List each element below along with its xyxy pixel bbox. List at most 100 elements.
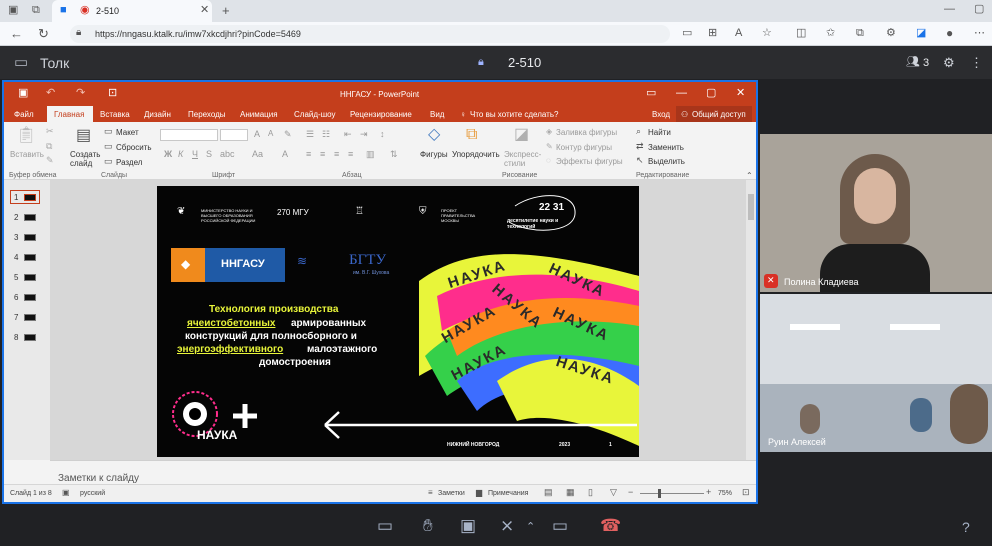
- canvas-scrollbar[interactable]: [746, 180, 756, 460]
- close-tab-icon[interactable]: ✕: [200, 5, 209, 16]
- tab-home[interactable]: Главная: [54, 110, 84, 119]
- underline-icon[interactable]: Ч: [192, 150, 198, 159]
- zoom-slider[interactable]: [640, 493, 704, 494]
- maximize-icon[interactable]: ▢: [974, 4, 984, 15]
- ppt-maximize-icon[interactable]: ▢: [706, 88, 716, 99]
- format-painter-icon[interactable]: ✎: [46, 156, 54, 165]
- thumb-slide[interactable]: [24, 294, 36, 301]
- more-icon[interactable]: ⋯: [974, 28, 985, 39]
- participants-count[interactable]: 3: [923, 57, 929, 69]
- browser-tab[interactable]: [52, 0, 212, 22]
- justify-icon[interactable]: ≡: [348, 150, 353, 159]
- slideshow-view-icon[interactable]: ▽: [610, 488, 617, 497]
- lock-icon[interactable]: 🔒︎: [76, 28, 81, 38]
- thumb-slide[interactable]: [24, 334, 36, 341]
- comments-icon[interactable]: ▆: [476, 489, 482, 497]
- mic-options-chevron-icon[interactable]: ⌃: [526, 520, 535, 533]
- notes-toggle-icon[interactable]: ≡: [428, 489, 433, 497]
- ribbon-display-icon[interactable]: ▭: [646, 88, 656, 99]
- help-icon[interactable]: ?: [962, 519, 970, 535]
- sorter-view-icon[interactable]: ▦: [566, 488, 575, 497]
- shapes-button[interactable]: Фигуры: [420, 150, 448, 159]
- ppt-close-icon[interactable]: ✕: [736, 88, 745, 99]
- new-slide-button[interactable]: Создать слайд: [70, 150, 102, 168]
- reading-view-icon[interactable]: ▯: [588, 488, 593, 497]
- decrease-font-icon[interactable]: A: [268, 130, 273, 138]
- refresh-icon[interactable]: ↻: [38, 27, 49, 40]
- reset-button[interactable]: Сбросить: [116, 143, 152, 152]
- increase-font-icon[interactable]: A: [254, 130, 260, 139]
- thumb-slide[interactable]: [24, 194, 36, 201]
- tell-me-search[interactable]: Что вы хотите сделать?: [470, 110, 558, 119]
- split-screen-icon[interactable]: ◫: [796, 28, 806, 39]
- tab-view[interactable]: Вид: [430, 110, 444, 119]
- font-size-input[interactable]: [220, 129, 248, 141]
- more-options-icon[interactable]: ⋮: [970, 56, 983, 69]
- read-aloud-icon[interactable]: A: [735, 28, 742, 39]
- microphone-off-icon[interactable]: ⨯: [500, 516, 514, 536]
- section-button[interactable]: Раздел: [116, 158, 142, 167]
- scrollbar-thumb[interactable]: [748, 194, 754, 220]
- collapse-ribbon-icon[interactable]: ⌃: [746, 172, 753, 180]
- zoom-slider-handle[interactable]: [658, 489, 661, 498]
- arrange-button[interactable]: Упорядочить: [452, 150, 500, 159]
- thumb-number[interactable]: 5: [14, 273, 18, 282]
- notes-toggle[interactable]: Заметки: [438, 490, 465, 497]
- comments-toggle[interactable]: Примечания: [488, 490, 528, 497]
- copy-icon[interactable]: ⧉: [46, 142, 52, 151]
- thumb-slide[interactable]: [24, 234, 36, 241]
- text-direction-icon[interactable]: ⇅: [390, 150, 398, 159]
- font-color-icon[interactable]: A: [282, 150, 288, 159]
- tab-review[interactable]: Рецензирование: [350, 110, 412, 119]
- thumb-number[interactable]: 6: [14, 293, 18, 302]
- columns-icon[interactable]: ▥: [366, 150, 375, 159]
- thumb-slide[interactable]: [24, 254, 36, 261]
- new-slide-icon[interactable]: ▤: [76, 128, 91, 144]
- thumb-number[interactable]: 1: [14, 193, 18, 202]
- thumb-slide[interactable]: [24, 314, 36, 321]
- camera-icon[interactable]: ▭: [552, 516, 568, 536]
- zoom-level[interactable]: 75%: [718, 490, 732, 497]
- cut-icon[interactable]: ✂: [46, 127, 54, 136]
- outdent-icon[interactable]: ⇥: [360, 130, 368, 139]
- settings-icon[interactable]: ⚙: [943, 56, 955, 69]
- url-text[interactable]: https://nngasu.ktalk.ru/imw7xkcdjhri?pin…: [95, 29, 301, 39]
- bold-icon[interactable]: Ж: [164, 150, 172, 159]
- select-button[interactable]: Выделить: [648, 157, 685, 166]
- ppt-minimize-icon[interactable]: —: [676, 88, 687, 99]
- thumb-number[interactable]: 2: [14, 213, 18, 222]
- tab-slideshow[interactable]: Слайд-шоу: [294, 110, 335, 119]
- align-right-icon[interactable]: ≡: [334, 150, 339, 159]
- shape-fill-button[interactable]: Заливка фигуры: [556, 128, 617, 137]
- indent-icon[interactable]: ⇤: [344, 130, 352, 139]
- signin-link[interactable]: Вход: [652, 110, 670, 119]
- camera-permission-icon[interactable]: ▭: [682, 28, 692, 39]
- quick-styles-icon[interactable]: ◪: [514, 127, 529, 143]
- collections-icon[interactable]: ⧉: [856, 28, 864, 39]
- raise-hand-icon[interactable]: ✋︎: [423, 516, 433, 536]
- line-spacing-icon[interactable]: ↕: [380, 130, 385, 139]
- thumb-slide[interactable]: [24, 274, 36, 281]
- thumb-number[interactable]: 3: [14, 233, 18, 242]
- strike-icon[interactable]: abc: [220, 150, 235, 159]
- tab-design[interactable]: Дизайн: [144, 110, 171, 119]
- shape-outline-button[interactable]: Контур фигуры: [556, 143, 612, 152]
- thumb-number[interactable]: 4: [14, 253, 18, 262]
- chat-icon[interactable]: ▭: [377, 516, 393, 536]
- participant-video[interactable]: Руин Алексей: [760, 294, 992, 452]
- fit-slide-icon[interactable]: ⊡: [742, 488, 750, 497]
- minimize-icon[interactable]: —: [944, 4, 955, 15]
- screen-share-icon[interactable]: ▣: [460, 516, 476, 536]
- bullets-icon[interactable]: ☰: [306, 130, 314, 139]
- share-button[interactable]: Общий доступ: [692, 110, 746, 119]
- shape-effects-button[interactable]: Эффекты фигуры: [556, 157, 623, 166]
- paste-button[interactable]: Вставить: [10, 150, 44, 159]
- tab-animations[interactable]: Анимация: [240, 110, 278, 119]
- arrange-icon[interactable]: ⧉: [466, 127, 477, 143]
- slideshow-icon[interactable]: ⊡: [108, 88, 117, 99]
- tab-actions-icon[interactable]: ▣: [8, 5, 18, 16]
- zoom-out-icon[interactable]: −: [628, 488, 633, 497]
- layout-button[interactable]: Макет: [116, 128, 139, 137]
- font-name-input[interactable]: [160, 129, 218, 141]
- case-icon[interactable]: Aa: [252, 150, 263, 159]
